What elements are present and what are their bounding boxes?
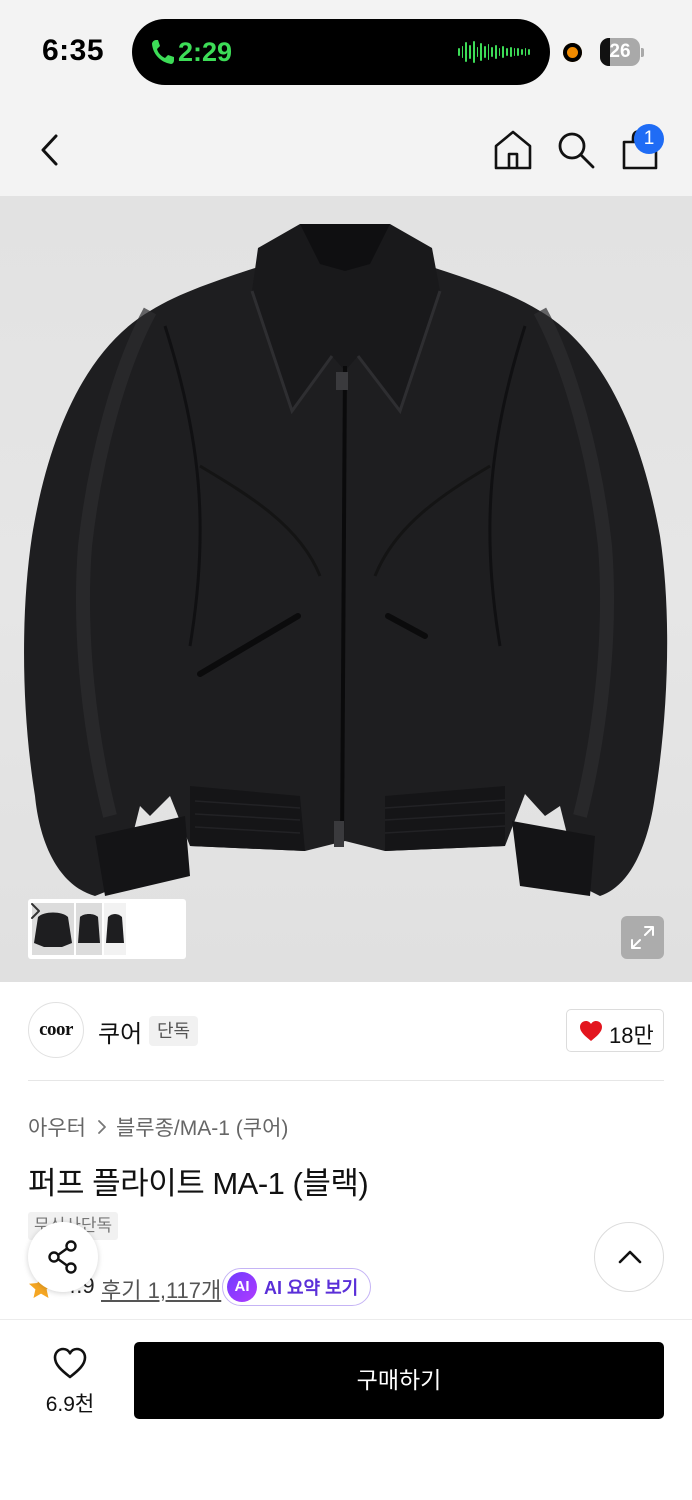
brand-logo[interactable]: coor [28,1002,84,1058]
privacy-indicator-dot [563,43,582,62]
thumbnail-strip[interactable] [28,899,186,959]
thumbnail-image-2[interactable] [76,903,102,955]
brand-exclusive-tag: 단독 [149,1016,199,1046]
scroll-to-top-button[interactable] [594,1222,664,1292]
chevron-right-icon [98,1120,106,1134]
home-icon[interactable] [492,128,534,172]
status-time: 6:35 [42,34,105,67]
brand-like-count: 18만 [609,1023,654,1048]
chevron-left-icon[interactable] [34,130,66,170]
audio-waveform-icon [458,40,531,64]
expand-button[interactable] [621,916,664,959]
status-bar: 6:35 2:29 26 [0,0,692,104]
ai-summary-button[interactable]: AI AI 요약 보기 [222,1268,372,1306]
wishlist-count: 6.9천 [45,1393,95,1416]
top-nav-bar [0,104,692,196]
expand-icon [631,926,654,949]
ai-badge-icon: AI [227,1272,257,1302]
share-button[interactable] [28,1222,98,1292]
battery-icon: 26 [600,38,644,66]
review-count-link[interactable]: 후기 1,117개 [101,1273,221,1305]
call-timer: 2:29 [178,37,233,67]
product-image-jacket [24,224,668,896]
heart-outline-icon[interactable] [52,1346,88,1380]
battery-level: 26 [609,41,631,62]
breadcrumb-category[interactable]: 아우터 [28,1112,86,1142]
product-image-gallery[interactable] [0,196,692,982]
heart-filled-icon [580,1021,602,1041]
breadcrumb-subcategory[interactable]: 블루종/MA-1 (쿠어) [116,1112,288,1142]
cart-count-badge: 1 [634,124,664,154]
breadcrumb: 아우터 블루종/MA-1 (쿠어) [28,1112,288,1142]
product-title: 퍼프 플라이트 MA-1 (블랙) [28,1166,369,1201]
search-icon[interactable] [556,130,596,170]
dynamic-island[interactable]: 2:29 [132,19,550,85]
share-icon [48,1240,77,1274]
brand-name[interactable]: 쿠어 [98,1014,142,1049]
bottom-action-bar: 6.9천 구매하기 [0,1319,692,1500]
buy-button[interactable]: 구매하기 [134,1342,664,1419]
brand-like-button[interactable]: 18만 [566,1009,664,1052]
chevron-up-icon [618,1250,642,1264]
section-divider [28,1080,664,1081]
chevron-right-icon[interactable] [28,899,42,923]
thumbnail-image-3[interactable] [104,903,126,955]
phone-icon [152,40,174,64]
ai-summary-label: AI 요약 보기 [264,1278,359,1298]
